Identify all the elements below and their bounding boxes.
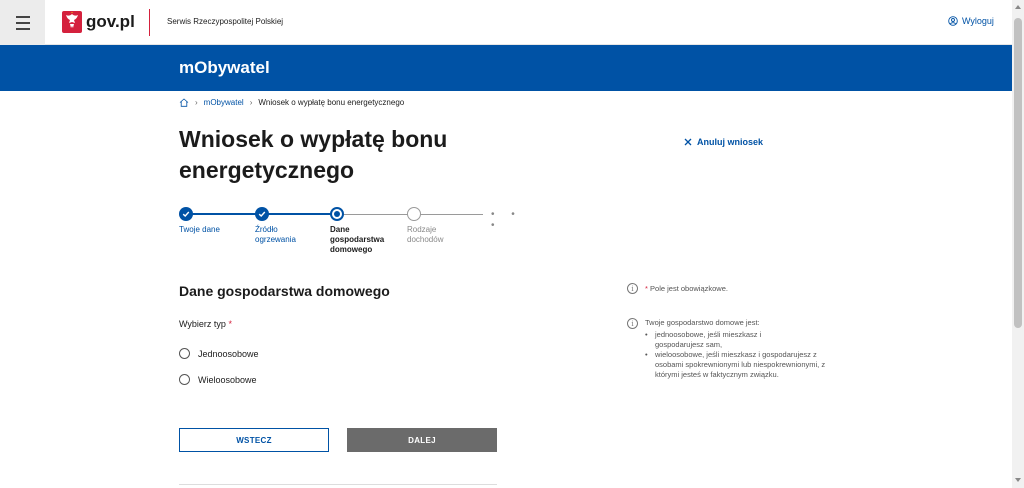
step-connector — [343, 214, 413, 215]
close-icon — [684, 138, 692, 146]
scroll-up-arrow-icon[interactable] — [1015, 5, 1021, 9]
check-icon — [182, 211, 190, 217]
back-button[interactable]: WSTECZ — [179, 428, 329, 452]
household-help-intro: Twoje gospodarstwo domowe jest: — [645, 318, 760, 327]
page-scrollbar[interactable] — [1012, 0, 1024, 488]
step-4-label: Rodzaje dochodów — [407, 225, 444, 244]
breadcrumb-current: Wniosek o wypłatę bonu energetycznego — [258, 98, 405, 107]
logo-text: gov.pl — [86, 12, 135, 31]
info-icon: i — [627, 318, 638, 329]
service-banner-title: mObywatel — [179, 58, 270, 77]
page-title: Wniosek o wypłatę bonu energetycznego — [179, 126, 448, 183]
footer-divider — [179, 484, 497, 485]
step-2-done[interactable] — [255, 207, 269, 221]
menu-hamburger-icon[interactable] — [0, 0, 45, 45]
required-mark: * — [228, 319, 232, 329]
top-bar: gov.pl Serwis Rzeczypospolitej Polskiej … — [0, 0, 1012, 45]
radio-label[interactable]: Jednoosobowe — [198, 349, 259, 359]
next-button[interactable]: DALEJ — [347, 428, 497, 452]
progress-stepper: • • • Twoje dane Źródło ogrzewania Dane … — [179, 207, 539, 267]
more-steps-indicator: • • • — [491, 209, 522, 231]
required-note-text: Pole jest obowiązkowe. — [650, 284, 728, 293]
info-icon: i — [627, 283, 638, 294]
step-connector — [191, 213, 257, 215]
service-banner: mObywatel — [0, 45, 1012, 91]
step-1-label[interactable]: Twoje dane — [179, 225, 239, 235]
chevron-right-icon: › — [249, 98, 253, 107]
breadcrumb: › mObywatel › Wniosek o wypłatę bonu ene… — [179, 98, 404, 107]
step-3-active — [330, 207, 344, 221]
field-label-text: Wybierz typ — [179, 319, 226, 329]
logout-link[interactable]: Wyloguj — [948, 16, 994, 26]
radio-label[interactable]: Wieloosobowe — [198, 375, 257, 385]
household-help-note: i Twoje gospodarstwo domowe jest: jednoo… — [627, 318, 842, 380]
logout-label: Wyloguj — [962, 16, 994, 26]
section-title: Dane gospodarstwa domowego — [179, 283, 390, 299]
step-3-label: Dane gospodarstwa domowego — [330, 225, 385, 254]
household-help-list: jednoosobowe, jeśli mieszkasz i gospodar… — [645, 330, 835, 380]
step-connector — [267, 213, 333, 215]
step-1-done[interactable] — [179, 207, 193, 221]
breadcrumb-link-mobywatel[interactable]: mObywatel — [204, 98, 244, 107]
check-icon — [258, 211, 266, 217]
scroll-down-arrow-icon[interactable] — [1015, 478, 1021, 482]
header-divider — [149, 9, 150, 36]
household-help-item: jednoosobowe, jeśli mieszkasz i gospodar… — [645, 330, 795, 350]
radio-button[interactable] — [179, 348, 190, 359]
chevron-right-icon: › — [195, 98, 198, 107]
radio-button[interactable] — [179, 374, 190, 385]
user-icon — [948, 16, 958, 26]
step-4-pending — [407, 207, 421, 221]
radio-multi-household[interactable]: Wieloosobowe — [179, 374, 257, 385]
household-type-label: Wybierz typ * — [179, 319, 232, 329]
radio-single-household[interactable]: Jednoosobowe — [179, 348, 259, 359]
required-note: i * Pole jest obowiązkowe. — [627, 283, 728, 294]
cancel-label: Anuluj wniosek — [697, 137, 764, 147]
step-connector — [419, 214, 483, 215]
household-help-item: wieloosobowe, jeśli mieszkasz i gospodar… — [645, 350, 835, 380]
service-name: Serwis Rzeczypospolitej Polskiej — [167, 17, 284, 26]
polish-eagle-icon — [62, 11, 82, 33]
scroll-thumb[interactable] — [1014, 18, 1022, 328]
step-2-label[interactable]: Źródło ogrzewania — [255, 225, 311, 245]
home-icon[interactable] — [179, 98, 189, 107]
required-mark: * — [645, 284, 648, 293]
gov-logo[interactable]: gov.pl — [62, 11, 135, 33]
cancel-application-link[interactable]: Anuluj wniosek — [684, 137, 763, 147]
